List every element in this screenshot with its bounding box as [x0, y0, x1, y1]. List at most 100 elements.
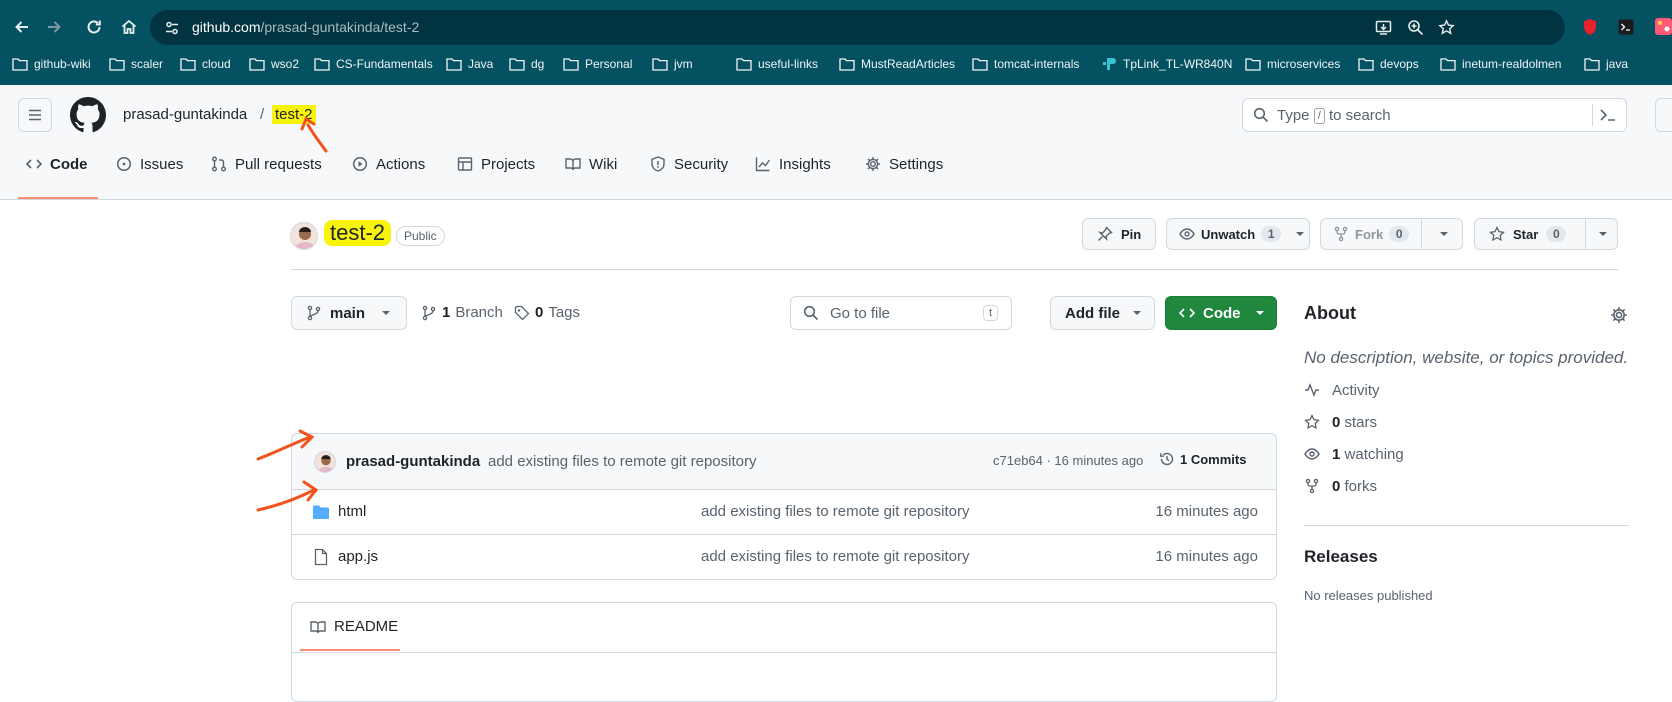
pull-request-icon	[212, 156, 226, 172]
folder-icon	[1245, 58, 1261, 71]
branch-selector[interactable]: main	[291, 296, 407, 330]
bookmark-dg[interactable]: dg	[509, 54, 544, 74]
gear-icon[interactable]	[1610, 306, 1628, 324]
code-icon	[26, 159, 42, 169]
reload-icon[interactable]	[78, 11, 110, 43]
file-commit-message[interactable]: add existing files to remote git reposit…	[701, 548, 969, 565]
site-info-icon[interactable]	[164, 20, 180, 36]
shield-icon	[651, 156, 665, 172]
tab-wiki[interactable]: Wiki	[565, 153, 617, 175]
fork-icon	[1305, 478, 1319, 494]
tab-code[interactable]: Code	[26, 153, 88, 175]
folder-icon	[736, 58, 752, 71]
readme-tab[interactable]: README	[310, 618, 398, 635]
bookmark-star-icon[interactable]	[1438, 19, 1455, 36]
header-more-button[interactable]	[1655, 98, 1672, 132]
file-row[interactable]: html add existing files to remote git re…	[292, 489, 1276, 534]
commit-hash-time[interactable]: c71eb64 · 16 minutes ago	[993, 453, 1143, 468]
tab-insights[interactable]: Insights	[755, 153, 831, 175]
branch-icon	[422, 305, 436, 320]
bookmark-personal[interactable]: Personal	[563, 54, 632, 74]
commit-message[interactable]: add existing files to remote git reposit…	[488, 453, 756, 470]
about-description: No description, website, or topics provi…	[1304, 348, 1629, 367]
search-input[interactable]: Type / to search	[1242, 98, 1627, 132]
zoom-icon[interactable]	[1407, 19, 1424, 36]
tab-issues[interactable]: Issues	[116, 153, 183, 175]
add-file-button[interactable]: Add file	[1050, 296, 1155, 330]
bookmark-cs-fundamentals[interactable]: CS-Fundamentals	[314, 54, 433, 74]
back-icon[interactable]	[6, 11, 38, 43]
tags-link[interactable]: 0 Tags	[514, 304, 580, 321]
bookmark-inetum-realdolmen[interactable]: inetum-realdolmen	[1440, 54, 1561, 74]
fork-icon	[1334, 226, 1348, 242]
star-icon	[1304, 414, 1320, 430]
file-row[interactable]: app.js add existing files to remote git …	[292, 534, 1276, 579]
file-name[interactable]: html	[338, 503, 366, 520]
commits-link[interactable]: 1 Commits	[1159, 451, 1246, 467]
bookmark-tomcat-internals[interactable]: tomcat-internals	[972, 54, 1079, 74]
hamburger-menu-button[interactable]	[18, 98, 52, 132]
bookmark-github-wiki[interactable]: github-wiki	[12, 54, 91, 74]
url-text: github.com/prasad-guntakinda/test-2	[192, 19, 420, 35]
extension-shield-icon[interactable]	[1583, 18, 1597, 36]
tab-security[interactable]: Security	[650, 153, 728, 175]
file-name[interactable]: app.js	[338, 548, 378, 565]
commit-author[interactable]: prasad-guntakinda	[346, 453, 480, 470]
branch-icon	[307, 305, 321, 321]
bookmark-microservices[interactable]: microservices	[1245, 54, 1340, 74]
repo-title[interactable]: test-2	[324, 220, 392, 246]
releases-text: No releases published	[1304, 588, 1433, 603]
tab-actions[interactable]: Actions	[352, 153, 425, 175]
history-icon	[1160, 452, 1174, 466]
forks-link[interactable]: 0 forks	[1304, 475, 1377, 497]
breadcrumb-separator: /	[260, 106, 265, 123]
visibility-badge: Public	[396, 226, 445, 246]
unwatch-button[interactable]: Unwatch 1	[1166, 218, 1310, 250]
command-palette-icon[interactable]	[1599, 107, 1617, 123]
bookmark-mustreadarticles[interactable]: MustReadArticles	[839, 54, 955, 74]
menu-icon	[29, 109, 41, 121]
tab-projects[interactable]: Projects	[457, 153, 535, 175]
book-icon	[310, 620, 326, 633]
file-time: 16 minutes ago	[1155, 548, 1258, 565]
bookmark-wso2[interactable]: wso2	[249, 54, 299, 74]
file-time: 16 minutes ago	[1155, 503, 1258, 520]
releases-title[interactable]: Releases	[1304, 547, 1378, 567]
star-button[interactable]: Star 0	[1474, 218, 1618, 250]
extension-terminal-icon[interactable]	[1618, 19, 1634, 35]
tab-pull-requests[interactable]: Pull requests	[211, 153, 322, 175]
bookmark-devops[interactable]: devops	[1358, 54, 1419, 74]
pulse-icon	[1305, 383, 1319, 397]
bookmark-java[interactable]: Java	[446, 54, 493, 74]
bookmark-scaler[interactable]: scaler	[109, 54, 163, 74]
file-commit-message[interactable]: add existing files to remote git reposit…	[701, 503, 969, 520]
bookmark-jvm[interactable]: jvm	[652, 54, 693, 74]
folder-icon	[972, 58, 988, 71]
owner-link[interactable]: prasad-guntakinda	[123, 106, 247, 123]
forward-icon[interactable]	[38, 11, 70, 43]
github-logo[interactable]	[70, 97, 106, 133]
bookmark-useful-links[interactable]: useful-links	[736, 54, 818, 74]
home-icon[interactable]	[113, 11, 145, 43]
folder-icon	[446, 58, 462, 71]
go-to-file-input[interactable]: Go to file t	[790, 296, 1012, 330]
fork-count: 0	[1389, 226, 1410, 242]
stars-link[interactable]: 0 stars	[1304, 411, 1377, 433]
folder-icon	[180, 58, 196, 71]
address-bar[interactable]: github.com/prasad-guntakinda/test-2	[150, 10, 1565, 45]
code-button[interactable]: Code	[1165, 296, 1277, 330]
install-app-icon[interactable]	[1375, 19, 1392, 36]
fork-button[interactable]: Fork 0	[1320, 218, 1463, 250]
tab-settings[interactable]: Settings	[865, 153, 943, 175]
branches-link[interactable]: 1 Branch	[421, 304, 503, 321]
pin-button[interactable]: Pin	[1082, 218, 1156, 250]
bookmark-cloud[interactable]: cloud	[180, 54, 231, 74]
bookmark-tplink[interactable]: TpLink_TL-WR840N	[1101, 54, 1232, 74]
folder-icon	[249, 58, 265, 71]
activity-link[interactable]: Activity	[1304, 379, 1380, 401]
bookmark-java-2[interactable]: java	[1584, 54, 1628, 74]
extension-colorful-icon[interactable]	[1655, 18, 1672, 35]
owner-avatar[interactable]	[290, 222, 318, 250]
go-to-file-shortcut: t	[983, 305, 999, 321]
watching-link[interactable]: 1 watching	[1304, 443, 1404, 465]
